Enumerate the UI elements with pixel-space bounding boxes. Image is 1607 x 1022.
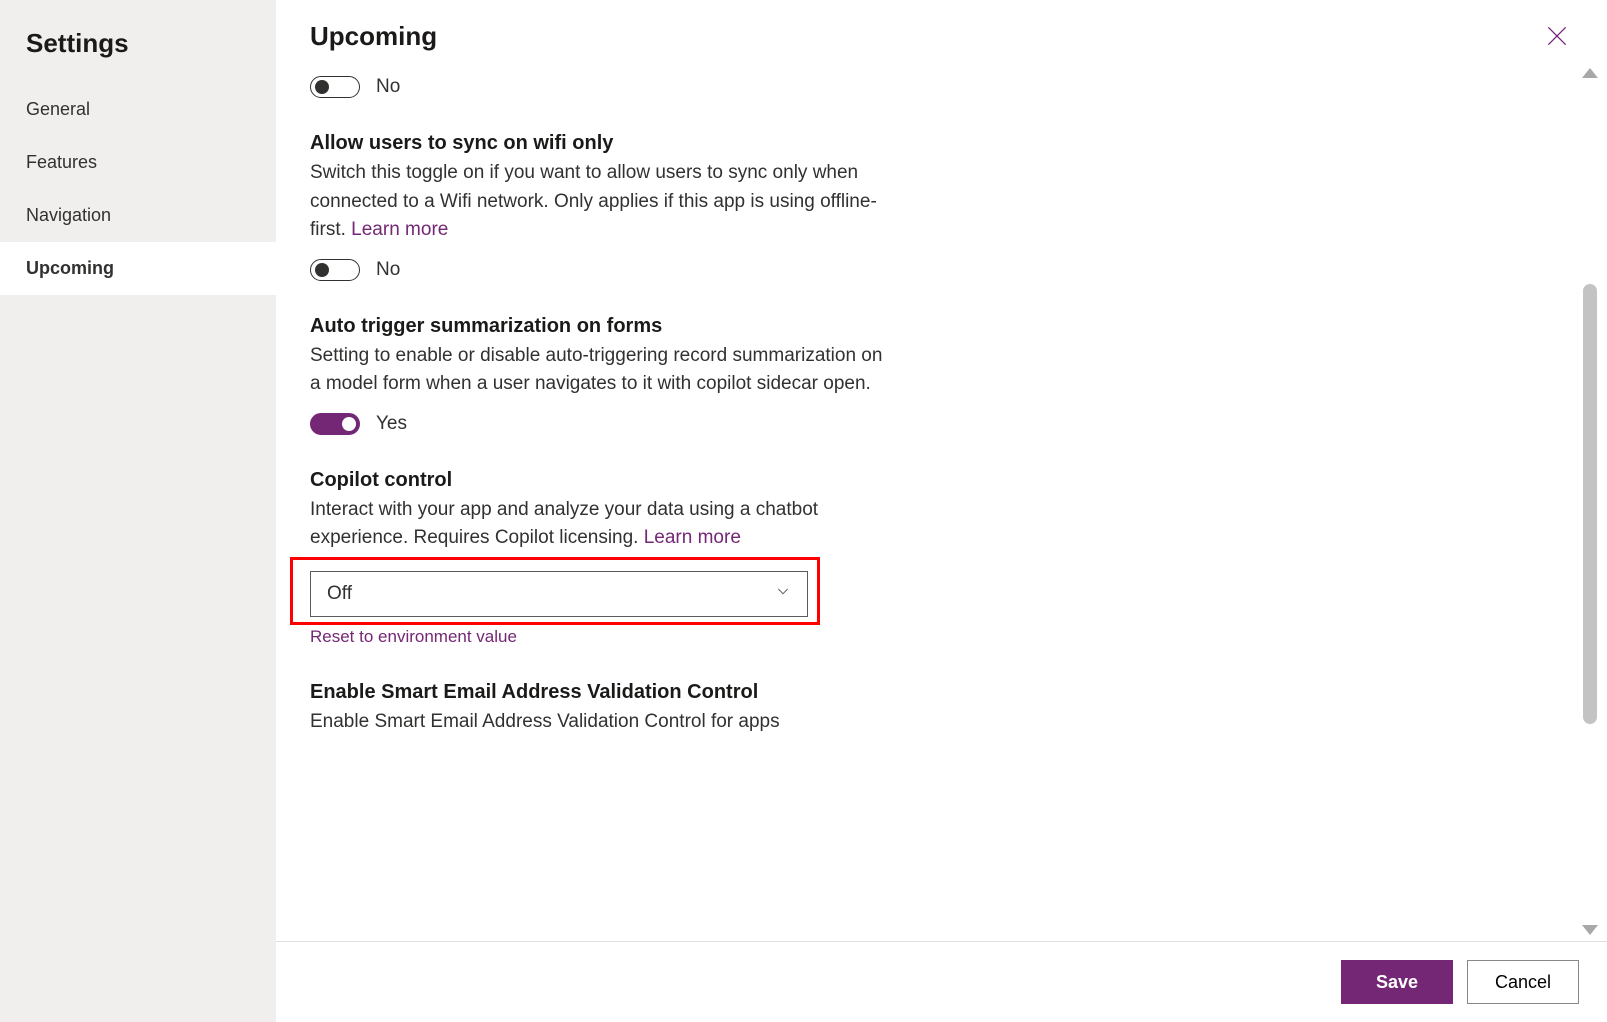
- page-title: Upcoming: [310, 21, 437, 52]
- panel-footer: Save Cancel: [276, 941, 1607, 1022]
- scroll-track[interactable]: [1583, 84, 1597, 925]
- toggle-label-auto-summarize: Yes: [376, 413, 407, 435]
- sidebar-item-general[interactable]: General: [0, 83, 276, 136]
- setting-title-sync-wifi: Allow users to sync on wifi only: [310, 132, 890, 155]
- setting-previous-toggle: No: [310, 76, 890, 98]
- toggle-sync-wifi[interactable]: [310, 259, 360, 281]
- sidebar-title: Settings: [0, 20, 276, 83]
- settings-scroll[interactable]: No Allow users to sync on wifi only Swit…: [276, 62, 1573, 941]
- scroll-up-icon[interactable]: [1582, 68, 1598, 78]
- cancel-button[interactable]: Cancel: [1467, 960, 1579, 1004]
- reset-link-copilot-control[interactable]: Reset to environment value: [310, 627, 517, 647]
- settings-sidebar: Settings General Features Navigation Upc…: [0, 0, 276, 1022]
- toggle-auto-summarize[interactable]: [310, 413, 360, 435]
- setting-title-copilot-control: Copilot control: [310, 469, 890, 492]
- panel-header: Upcoming: [276, 0, 1607, 62]
- setting-desc-sync-wifi: Switch this toggle on if you want to all…: [310, 159, 890, 245]
- scrollbar: [1579, 62, 1601, 941]
- toggle-previous[interactable]: [310, 76, 360, 98]
- sidebar-item-features[interactable]: Features: [0, 136, 276, 189]
- close-button[interactable]: [1541, 20, 1573, 52]
- save-button[interactable]: Save: [1341, 960, 1453, 1004]
- setting-auto-summarize: Auto trigger summarization on forms Sett…: [310, 315, 890, 435]
- scroll-thumb[interactable]: [1583, 284, 1597, 724]
- scroll-down-icon[interactable]: [1582, 925, 1598, 935]
- setting-title-smart-email: Enable Smart Email Address Validation Co…: [310, 681, 890, 704]
- main-panel: Upcoming No Allow users to sync on wifi …: [276, 0, 1607, 1022]
- close-icon: [1544, 23, 1570, 49]
- select-copilot-control[interactable]: Off: [310, 571, 808, 617]
- learn-more-sync-wifi[interactable]: Learn more: [351, 219, 448, 240]
- setting-desc-smart-email: Enable Smart Email Address Validation Co…: [310, 708, 890, 737]
- setting-desc-auto-summarize: Setting to enable or disable auto-trigge…: [310, 342, 890, 399]
- toggle-label-previous: No: [376, 76, 400, 98]
- setting-title-auto-summarize: Auto trigger summarization on forms: [310, 315, 890, 338]
- setting-sync-wifi: Allow users to sync on wifi only Switch …: [310, 132, 890, 281]
- chevron-down-icon: [775, 583, 791, 605]
- setting-smart-email: Enable Smart Email Address Validation Co…: [310, 681, 890, 737]
- setting-desc-copilot-control: Interact with your app and analyze your …: [310, 496, 890, 553]
- setting-copilot-control: Copilot control Interact with your app a…: [310, 469, 890, 647]
- toggle-label-sync-wifi: No: [376, 259, 400, 281]
- select-value-copilot-control: Off: [327, 583, 352, 605]
- sidebar-item-navigation[interactable]: Navigation: [0, 189, 276, 242]
- learn-more-copilot-control[interactable]: Learn more: [644, 527, 741, 548]
- sidebar-item-upcoming[interactable]: Upcoming: [0, 242, 276, 295]
